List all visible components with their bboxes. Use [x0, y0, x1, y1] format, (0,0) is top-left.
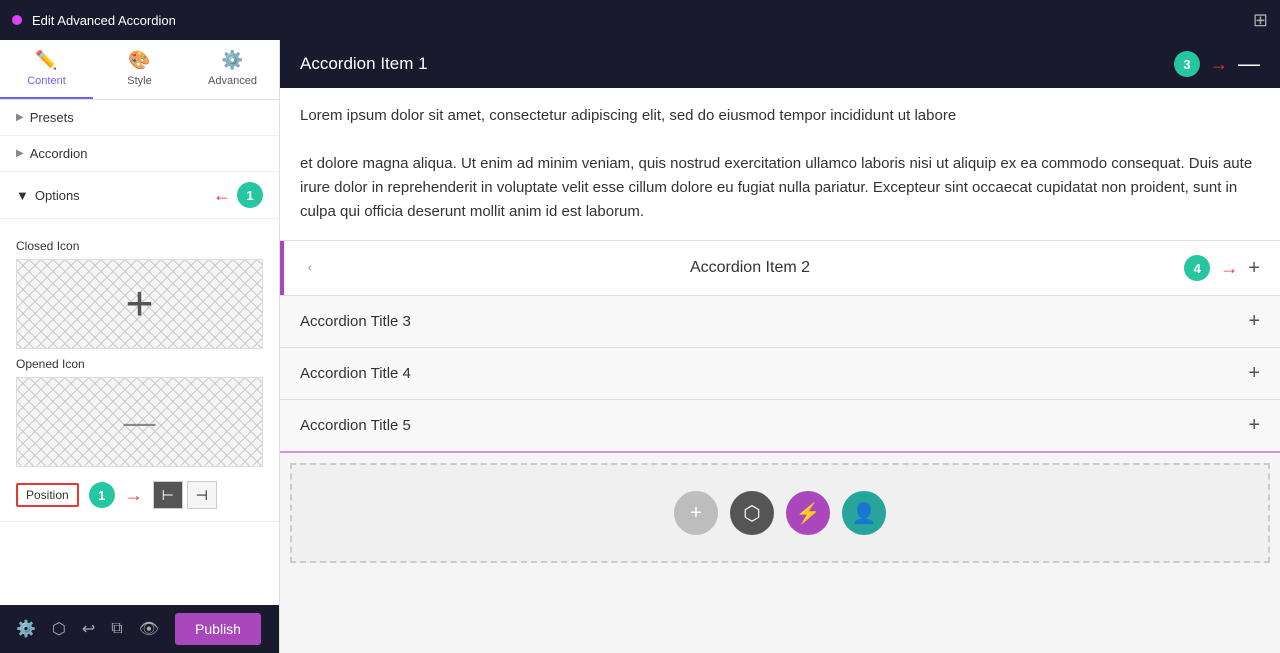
accordion-section[interactable]: ▶ Accordion	[0, 136, 279, 172]
accordion-item-4[interactable]: Accordion Title 4 +	[280, 348, 1280, 400]
acc-badge-4: 4	[1184, 255, 1210, 281]
top-bar: Edit Advanced Accordion ⊞	[0, 0, 1280, 40]
folder-btn[interactable]: ⬡	[730, 491, 774, 535]
acc-arrow-3: →	[1210, 54, 1228, 75]
acc-collapse-icon[interactable]: —	[1238, 51, 1260, 77]
chevron-left-icon[interactable]: ‹	[304, 258, 316, 278]
options-arrow-indicator: ←	[213, 185, 231, 206]
accordion-header-2[interactable]: ‹ Accordion Item 2 4 → +	[280, 241, 1280, 295]
accordion-body-1: Lorem ipsum dolor sit amet, consectetur …	[280, 88, 1280, 240]
left-panel: ✏️ Content 🎨 Style ⚙️ Advanced ▶ Presets…	[0, 40, 280, 653]
tabs-row: ✏️ Content 🎨 Style ⚙️ Advanced	[0, 40, 279, 100]
closed-icon-preview: +	[16, 259, 263, 349]
accordion-text-2: et dolore magna aliqua. Ut enim ad minim…	[300, 152, 1260, 224]
status-dot	[12, 15, 22, 25]
history-icon[interactable]: ↩	[82, 613, 95, 645]
options-content: Closed Icon + Opened Icon — Position 1 →…	[0, 219, 279, 522]
accordion-title-2: Accordion Item 2	[690, 259, 810, 277]
position-buttons: ⊢ ⊣	[153, 481, 217, 509]
canvas-bottom: + ⬡ ⚡ 👤	[290, 463, 1270, 563]
grid-icon[interactable]: ⊞	[1253, 10, 1268, 31]
accordion-item-1: Accordion Item 1 3 → — Lorem ipsum dolor…	[280, 40, 1280, 241]
right-content: Accordion Item 1 3 → — Lorem ipsum dolor…	[280, 40, 1280, 653]
page-title: Edit Advanced Accordion	[32, 13, 1243, 28]
closed-icon-symbol: +	[125, 277, 153, 332]
settings-icon[interactable]: ⚙️	[16, 613, 36, 645]
advanced-icon: ⚙️	[221, 50, 243, 71]
publish-button[interactable]: Publish	[175, 613, 261, 645]
bottom-bar: ⚙️ ⬡ ↩ ⧉ 👁 Publish ▲	[0, 605, 279, 653]
main-area: ✏️ Content 🎨 Style ⚙️ Advanced ▶ Presets…	[0, 40, 1280, 653]
layers-icon[interactable]: ⬡	[52, 613, 66, 645]
options-label: Options	[35, 188, 207, 203]
opened-icon-symbol: —	[124, 404, 156, 441]
acc-expand-icon-4[interactable]: +	[1248, 362, 1260, 385]
accordion-arrow: ▶	[16, 148, 24, 159]
style-icon: 🎨	[128, 50, 150, 71]
options-section-header[interactable]: ▼ Options ← 1	[0, 172, 279, 219]
acc-ctrl-2: 4 → +	[1184, 255, 1260, 281]
presets-section[interactable]: ▶ Presets	[0, 100, 279, 136]
acc-badge-3: 3	[1174, 51, 1200, 77]
lightning-btn[interactable]: ⚡	[786, 491, 830, 535]
tab-style[interactable]: 🎨 Style	[93, 40, 186, 99]
closed-icon-label: Closed Icon	[16, 239, 263, 253]
accordion-label: Accordion	[30, 146, 88, 161]
add-btn[interactable]: +	[674, 491, 718, 535]
accordion-item-5[interactable]: Accordion Title 5 +	[280, 400, 1280, 453]
user-btn[interactable]: 👤	[842, 491, 886, 535]
duplicate-icon[interactable]: ⧉	[111, 613, 122, 645]
accordion-title-5: Accordion Title 5	[300, 417, 411, 434]
accordion-title-1: Accordion Item 1	[300, 54, 428, 74]
preview-icon[interactable]: 👁	[139, 613, 159, 645]
acc-expand-icon-2[interactable]: +	[1248, 257, 1260, 280]
accordion-title-4: Accordion Title 4	[300, 365, 411, 382]
presets-arrow: ▶	[16, 112, 24, 123]
accordion-text-1: Lorem ipsum dolor sit amet, consectetur …	[300, 104, 1260, 128]
acc-expand-icon-5[interactable]: +	[1248, 414, 1260, 437]
presets-label: Presets	[30, 110, 74, 125]
accordion-item-3[interactable]: Accordion Title 3 +	[280, 296, 1280, 348]
accordion-header-1[interactable]: Accordion Item 1 3 → —	[280, 40, 1280, 88]
accordion-wrapper: Accordion Item 1 3 → — Lorem ipsum dolor…	[280, 40, 1280, 453]
accordion-item-2: ‹ Accordion Item 2 4 → +	[280, 241, 1280, 296]
options-badge: 1	[237, 182, 263, 208]
position-row: Position 1 → ⊢ ⊣	[16, 481, 263, 509]
position-label: Position	[16, 483, 79, 507]
pos-left-btn[interactable]: ⊢	[153, 481, 183, 509]
opened-icon-label: Opened Icon	[16, 357, 263, 371]
options-arrow: ▼	[16, 188, 29, 203]
accordion-title-3: Accordion Title 3	[300, 313, 411, 330]
content-icon: ✏️	[35, 50, 57, 71]
tab-content[interactable]: ✏️ Content	[0, 40, 93, 99]
position-badge: 1	[89, 482, 115, 508]
acc-arrow-4: →	[1220, 258, 1238, 279]
tab-advanced[interactable]: ⚙️ Advanced	[186, 40, 279, 99]
position-arrow: →	[125, 485, 143, 506]
pos-right-btn[interactable]: ⊣	[187, 481, 217, 509]
panel-body: ▶ Presets ▶ Accordion ▼ Options ← 1 Clos…	[0, 100, 279, 605]
opened-icon-preview: —	[16, 377, 263, 467]
acc-expand-icon-3[interactable]: +	[1248, 310, 1260, 333]
acc-ctrl-1: 3 → —	[1174, 51, 1260, 77]
